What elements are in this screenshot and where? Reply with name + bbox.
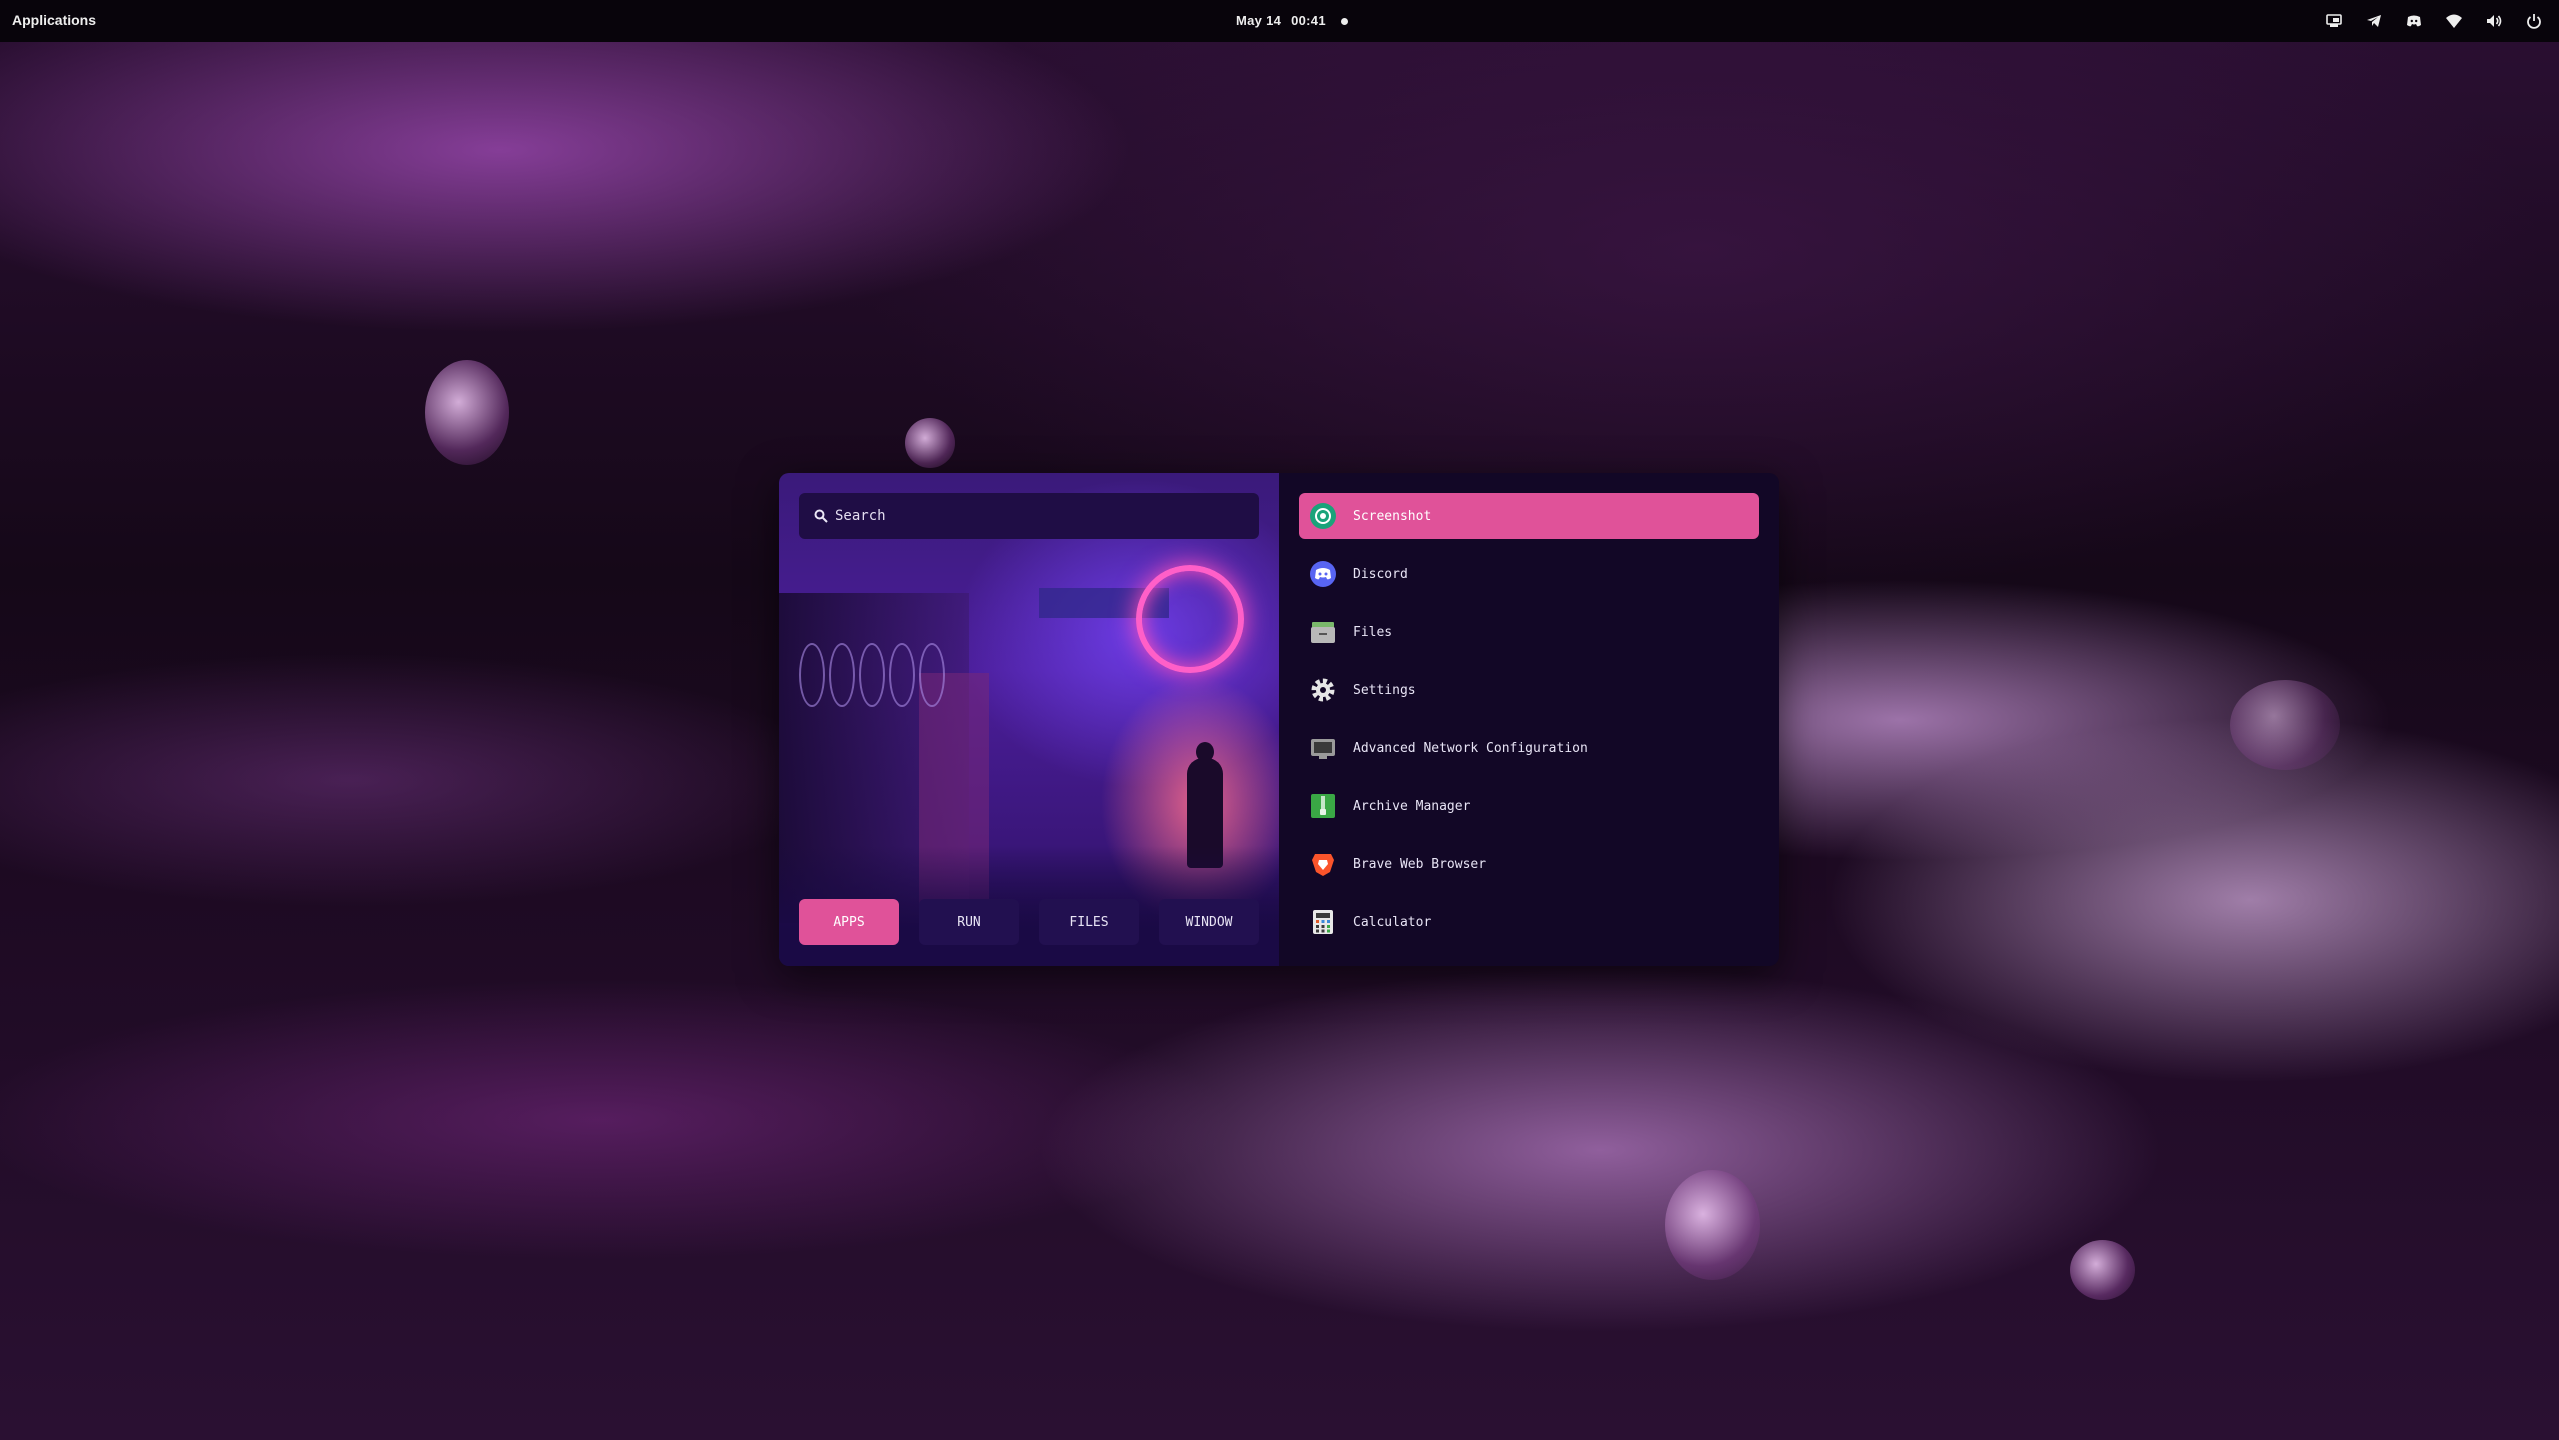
- app-label: Settings: [1353, 682, 1416, 698]
- mode-apps-button[interactable]: APPS: [799, 899, 899, 945]
- wallpaper-bubble: [2070, 1240, 2135, 1300]
- calculator-icon: [1309, 908, 1337, 936]
- mode-window-button[interactable]: WINDOW: [1159, 899, 1259, 945]
- system-tray: [2323, 10, 2545, 32]
- wallpaper-bubble: [1665, 1170, 1760, 1280]
- volume-icon[interactable]: [2483, 10, 2505, 32]
- illustration-coils: [799, 643, 945, 707]
- mode-files-button[interactable]: FILES: [1039, 899, 1139, 945]
- clock-time: 00:41: [1291, 13, 1326, 28]
- app-label: Screenshot: [1353, 508, 1432, 524]
- app-item-files[interactable]: Files: [1299, 609, 1759, 655]
- discord-icon[interactable]: [2403, 10, 2425, 32]
- archive-icon: [1309, 792, 1337, 820]
- screenshot-icon: [1309, 502, 1337, 530]
- app-label: Discord: [1353, 566, 1408, 582]
- app-item-archive-manager[interactable]: Archive Manager: [1299, 783, 1759, 829]
- app-list: Screenshot Discord Files Settings Advanc…: [1299, 493, 1759, 957]
- mode-tabs: APPS RUN FILES WINDOW: [799, 899, 1259, 945]
- clock[interactable]: May 14 00:41: [1236, 13, 1326, 28]
- neon-ring-illustration: [1136, 565, 1244, 673]
- search-field[interactable]: [799, 493, 1259, 539]
- app-item-screenshot[interactable]: Screenshot: [1299, 493, 1759, 539]
- app-label: Files: [1353, 624, 1393, 640]
- app-item-settings[interactable]: Settings: [1299, 667, 1759, 713]
- search-input[interactable]: [833, 507, 1237, 525]
- applications-menu-button[interactable]: Applications: [12, 12, 96, 28]
- app-label: Brave Web Browser: [1353, 856, 1487, 872]
- wifi-icon[interactable]: [2443, 10, 2465, 32]
- discord-icon: [1309, 560, 1337, 588]
- power-icon[interactable]: [2523, 10, 2545, 32]
- launcher-image-pane: APPS RUN FILES WINDOW: [779, 473, 1279, 966]
- wallpaper-bubble: [905, 418, 955, 468]
- brave-lion-icon: [1309, 850, 1337, 878]
- wallpaper-bubble: [2230, 680, 2340, 770]
- wallpaper-bubble: [425, 360, 509, 465]
- clock-date: May 14: [1236, 13, 1282, 28]
- mode-run-button[interactable]: RUN: [919, 899, 1019, 945]
- network-icon: [1309, 734, 1337, 762]
- settings-gear-icon: [1309, 676, 1337, 704]
- app-launcher: APPS RUN FILES WINDOW Screenshot Discord…: [779, 473, 1779, 966]
- app-item-brave[interactable]: Brave Web Browser: [1299, 841, 1759, 887]
- app-label: Archive Manager: [1353, 798, 1471, 814]
- screen-share-icon[interactable]: [2323, 10, 2345, 32]
- search-icon: [814, 509, 828, 523]
- telegram-icon[interactable]: [2363, 10, 2385, 32]
- notification-dot: [1341, 18, 1348, 25]
- files-icon: [1309, 618, 1337, 646]
- app-item-discord[interactable]: Discord: [1299, 551, 1759, 597]
- app-item-network[interactable]: Advanced Network Configuration: [1299, 725, 1759, 771]
- app-label: Calculator: [1353, 914, 1432, 930]
- app-label: Advanced Network Configuration: [1353, 740, 1588, 756]
- app-item-calculator[interactable]: Calculator: [1299, 899, 1759, 945]
- top-bar: Applications May 14 00:41: [0, 0, 2559, 42]
